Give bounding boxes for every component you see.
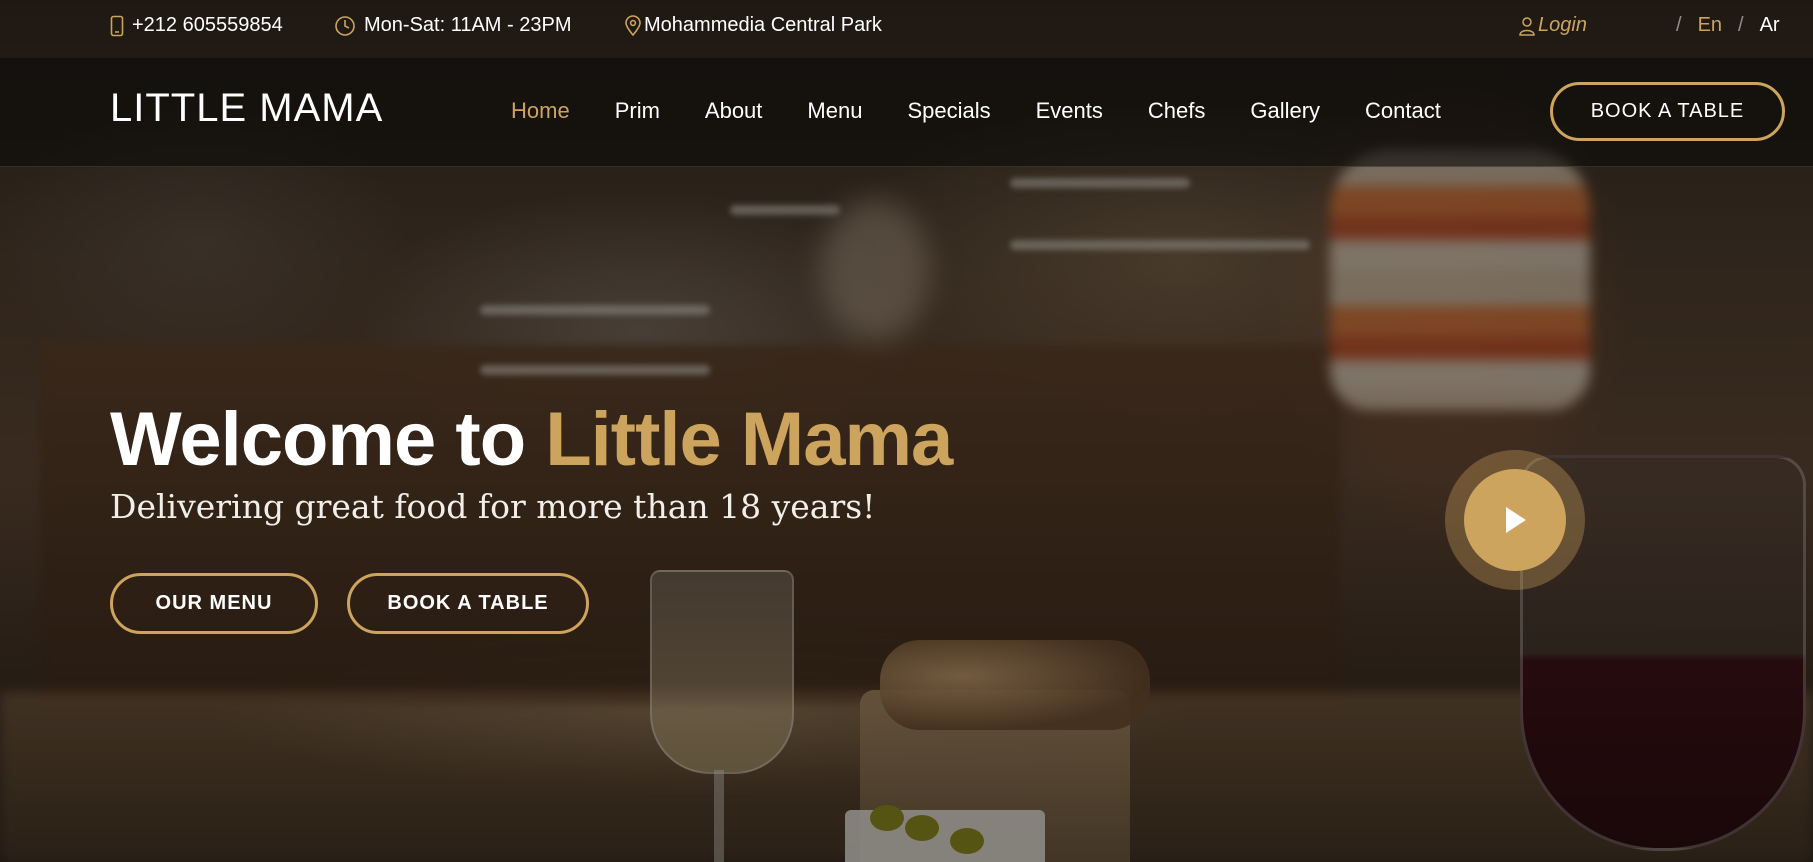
hero-title: Welcome to Little Mama — [110, 396, 953, 483]
phone-icon — [110, 15, 124, 36]
hero-title-prefix: Welcome to — [110, 397, 526, 482]
main-header: LITTLE MAMA Home Prim About Menu Special… — [0, 58, 1813, 167]
nav-events[interactable]: Events — [1036, 98, 1103, 124]
phone-info: +212 605559854 — [110, 14, 283, 37]
map-pin-icon — [625, 14, 641, 36]
login-link[interactable]: Login — [1518, 14, 1587, 37]
nav-home[interactable]: Home — [511, 98, 570, 124]
nav-menu[interactable]: Menu — [807, 98, 862, 124]
play-button-inner — [1464, 469, 1566, 571]
nav-specials[interactable]: Specials — [907, 98, 990, 124]
book-table-header-button[interactable]: BOOK A TABLE — [1550, 82, 1785, 141]
location-info: Mohammedia Central Park — [624, 14, 882, 37]
hours-info: Mon-Sat: 11AM - 23PM — [334, 14, 571, 37]
language-ar[interactable]: Ar — [1760, 14, 1780, 37]
nav-about[interactable]: About — [705, 98, 763, 124]
our-menu-button[interactable]: OUR MENU — [110, 573, 318, 634]
hero-title-accent: Little Mama — [545, 397, 953, 482]
top-info-bar: +212 605559854 Mon-Sat: 11AM - 23PM Moha… — [0, 0, 1813, 56]
language-en[interactable]: En — [1698, 14, 1722, 37]
main-nav: Home Prim About Menu Specials Events Che… — [511, 98, 1486, 124]
location-text: Mohammedia Central Park — [644, 14, 882, 36]
nav-chefs[interactable]: Chefs — [1148, 98, 1205, 124]
language-switcher: / En / Ar — [1676, 14, 1780, 37]
opening-hours: Mon-Sat: 11AM - 23PM — [364, 14, 572, 36]
language-separator: / — [1738, 14, 1744, 36]
phone-number: +212 605559854 — [132, 14, 283, 36]
clock-icon — [335, 15, 355, 36]
login-label: Login — [1538, 14, 1587, 36]
book-table-hero-button[interactable]: BOOK A TABLE — [347, 573, 589, 634]
site-logo[interactable]: LITTLE MAMA — [110, 86, 383, 131]
user-icon — [1519, 16, 1535, 36]
language-separator: / — [1676, 14, 1682, 36]
play-video-button[interactable] — [1445, 450, 1585, 590]
nav-gallery[interactable]: Gallery — [1250, 98, 1320, 124]
nav-prim[interactable]: Prim — [615, 98, 660, 124]
nav-contact[interactable]: Contact — [1365, 98, 1441, 124]
play-icon — [1506, 507, 1526, 533]
hero-subtitle: Delivering great food for more than 18 y… — [110, 487, 876, 526]
